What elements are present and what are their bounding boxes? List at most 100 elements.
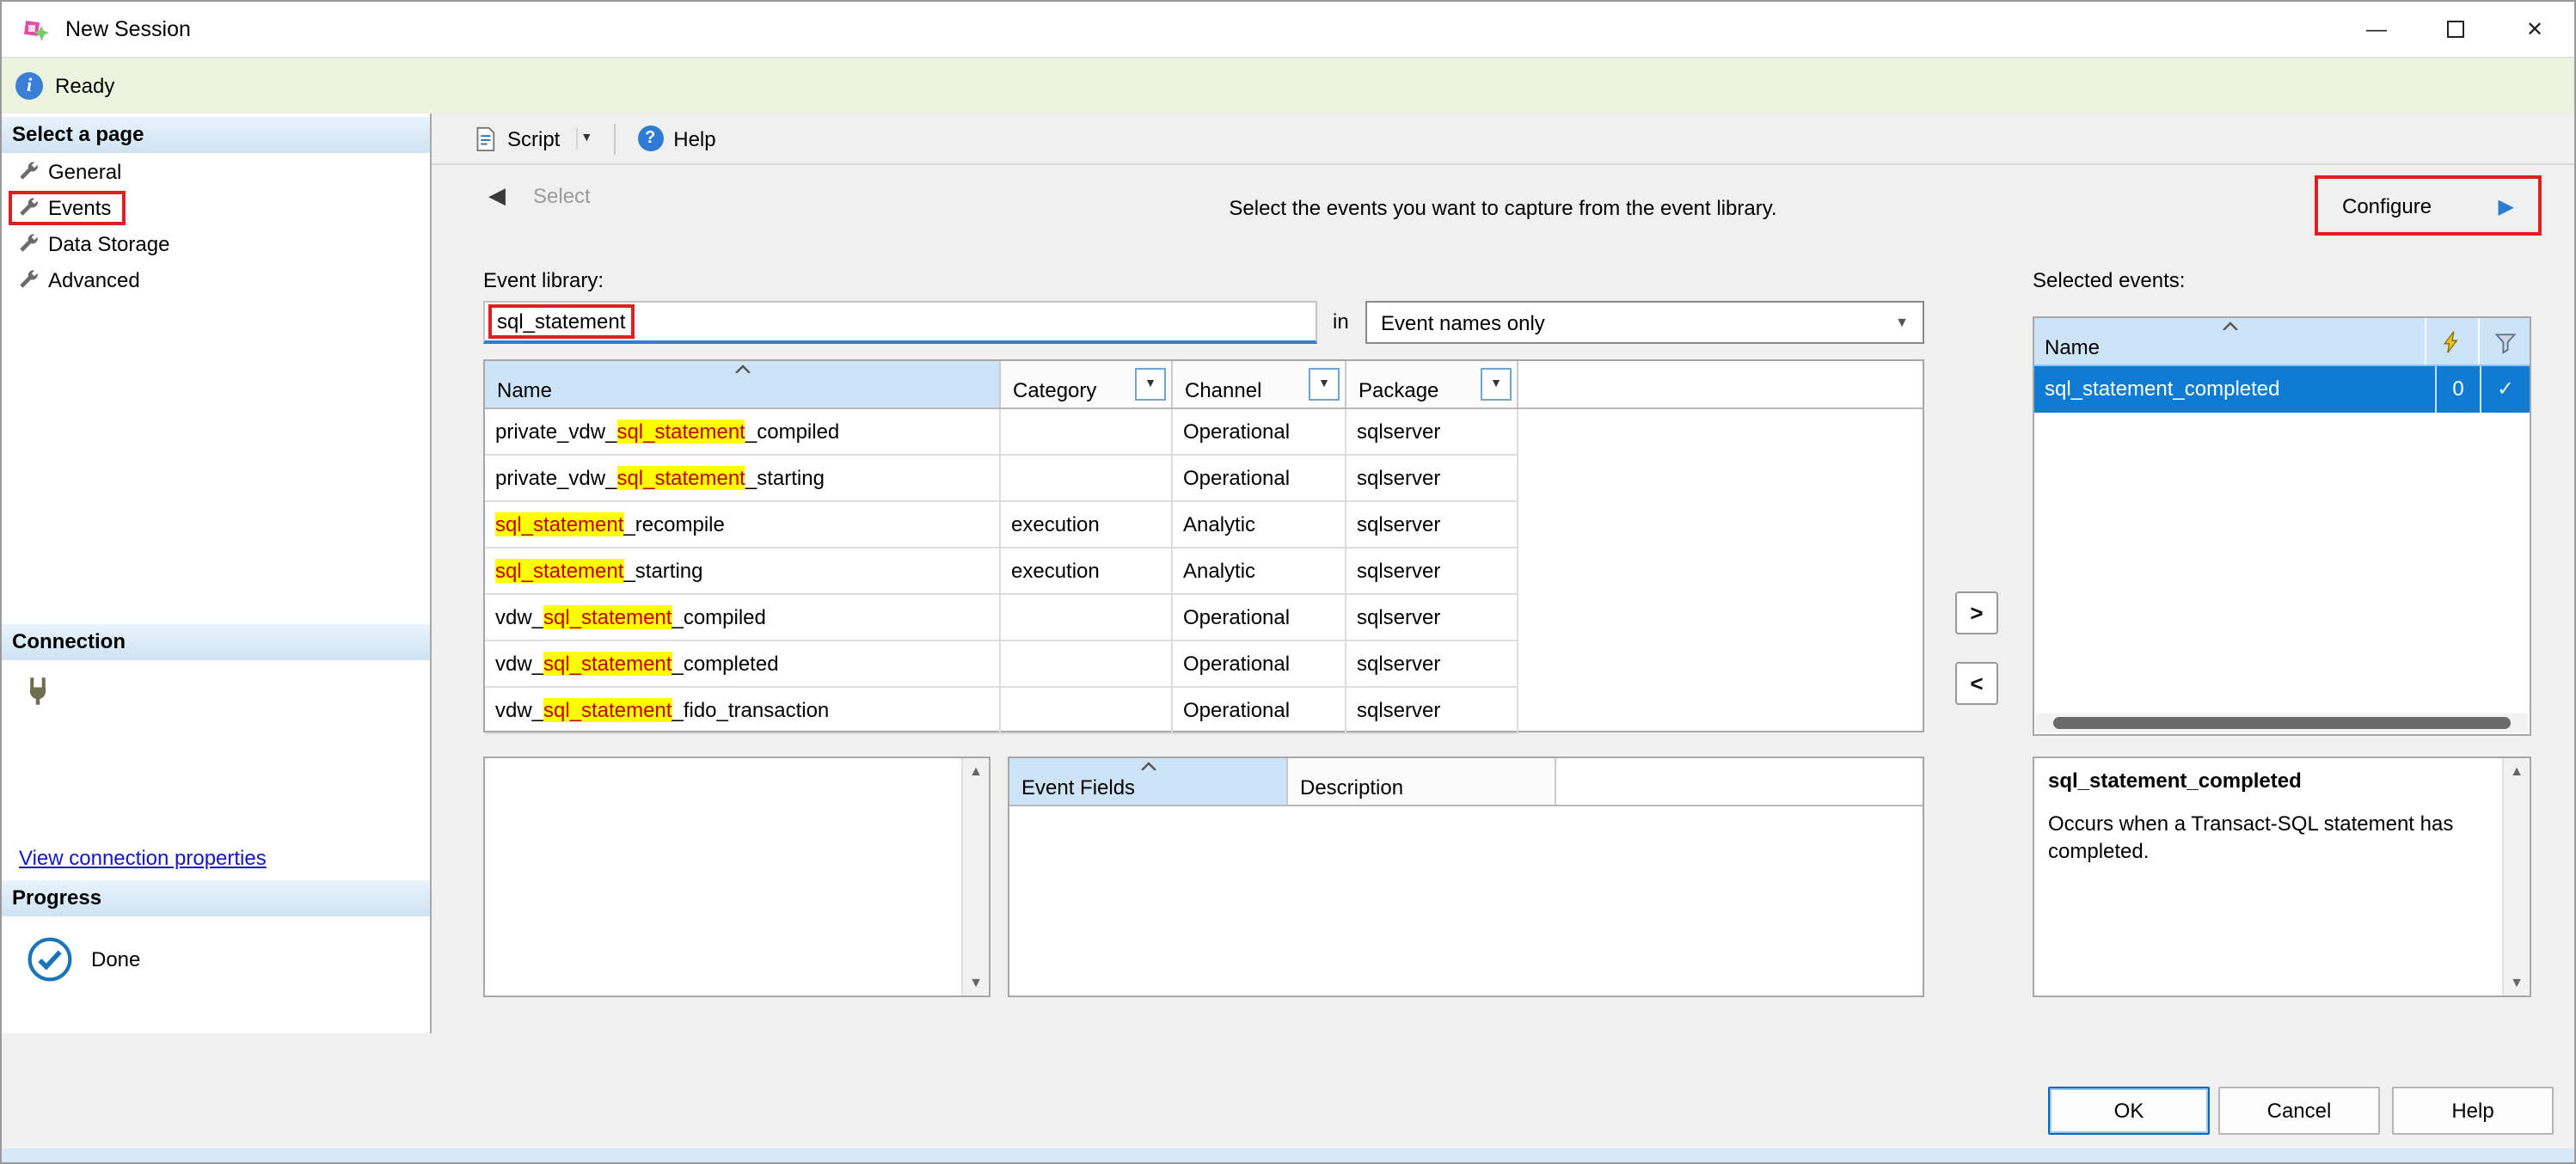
sidebar-item-label: General — [48, 159, 121, 183]
sidebar-item-data-storage[interactable]: Data Storage — [2, 225, 430, 261]
script-button[interactable]: Script — [459, 120, 572, 156]
event-package-cell: sqlserver — [1346, 688, 1518, 732]
help-toolbar-button[interactable]: ? Help — [625, 120, 727, 156]
event-channel-cell: Operational — [1173, 595, 1346, 640]
column-header-filter[interactable] — [2480, 318, 2530, 365]
ok-button[interactable]: OK — [2048, 1087, 2210, 1135]
wrench-icon — [17, 160, 40, 182]
window-title: New Session — [65, 17, 191, 41]
column-header-channel[interactable]: Channel ▼ — [1173, 361, 1346, 407]
event-channel-cell: Operational — [1173, 409, 1346, 454]
event-row[interactable]: private_vdw_sql_statement_startingOperat… — [485, 456, 1518, 502]
script-icon — [471, 126, 497, 151]
annotation-box-search-value: sql_statement — [488, 304, 634, 339]
selected-events-header: Name — [2034, 318, 2530, 366]
sidebar-item-label: Events — [48, 195, 111, 219]
event-row[interactable]: vdw_sql_statement_compiledOperationalsql… — [485, 595, 1518, 641]
maximize-button[interactable] — [2416, 2, 2495, 57]
status-text: Ready — [55, 74, 114, 98]
column-header-name[interactable]: Name — [485, 361, 1001, 407]
event-package-cell: sqlserver — [1346, 456, 1518, 500]
help-button[interactable]: Help — [2392, 1087, 2554, 1135]
sidebar-item-general[interactable]: General — [2, 153, 430, 189]
column-header-package[interactable]: Package ▼ — [1346, 361, 1518, 407]
scroll-up-icon[interactable]: ▲ — [2510, 763, 2524, 779]
sidebar-item-advanced[interactable]: Advanced — [2, 261, 430, 297]
search-scope-select[interactable]: Event names only ▼ — [1365, 301, 1924, 344]
view-connection-properties-link[interactable]: View connection properties — [19, 846, 267, 870]
search-scope-value: Event names only — [1381, 310, 1545, 334]
vertical-scrollbar[interactable]: ▲ ▼ — [961, 758, 989, 996]
forward-arrow-icon: ▶ — [2499, 193, 2514, 217]
scrollbar-thumb[interactable] — [2053, 717, 2511, 729]
annotation-box-events: Events — [9, 190, 125, 224]
event-name-cell: private_vdw_sql_statement_starting — [485, 456, 1001, 500]
column-header-description[interactable]: Description — [1288, 758, 1556, 805]
channel-filter-button[interactable]: ▼ — [1309, 368, 1340, 401]
wrench-icon — [17, 196, 40, 218]
configure-button[interactable]: Configure ▶ — [2318, 179, 2538, 232]
move-right-button[interactable]: > — [1955, 591, 1998, 634]
cancel-button[interactable]: Cancel — [2218, 1087, 2380, 1135]
event-category-cell: execution — [1001, 502, 1173, 547]
vertical-scrollbar[interactable]: ▲ ▼ — [2502, 758, 2530, 996]
search-value-text: sql_statement — [497, 309, 625, 334]
scroll-down-icon[interactable]: ▼ — [2510, 975, 2524, 990]
selected-event-row[interactable]: sql_statement_completed 0 ✓ — [2034, 366, 2530, 413]
move-left-button[interactable]: < — [1955, 662, 1998, 705]
event-category-cell — [1001, 595, 1173, 640]
search-highlight: sql_statement — [543, 605, 672, 629]
event-search-input[interactable]: sql_statement — [483, 301, 1317, 344]
event-category-cell — [1001, 688, 1173, 732]
sidebar-item-label: Data Storage — [48, 231, 169, 255]
event-name-cell: sql_statement_starting — [485, 548, 1001, 593]
selected-event-name: sql_statement_completed — [2034, 366, 2435, 413]
minimize-button[interactable]: — — [2337, 2, 2416, 57]
horizontal-scrollbar[interactable] — [2036, 714, 2528, 732]
category-filter-button[interactable]: ▼ — [1135, 368, 1166, 401]
scroll-down-icon[interactable]: ▼ — [969, 975, 983, 990]
page-selector-sidebar: Select a page General Events Data Storag… — [2, 113, 432, 1033]
toolbar: Script ▼ ? Help — [432, 113, 2574, 165]
script-button-label: Script — [507, 126, 560, 150]
in-label: in — [1333, 309, 1349, 334]
event-name-cell: vdw_sql_statement_fido_transaction — [485, 688, 1001, 732]
event-channel-cell: Operational — [1173, 641, 1346, 686]
info-icon: i — [15, 72, 43, 100]
column-header-event-fields[interactable]: Event Fields — [1009, 758, 1288, 805]
sidebar-item-events[interactable]: Events — [2, 189, 430, 225]
package-filter-button[interactable]: ▼ — [1481, 368, 1512, 401]
event-row[interactable]: vdw_sql_statement_completed Operational sq… — [485, 641, 1518, 688]
help-icon: ? — [637, 126, 663, 151]
connection-header: Connection — [2, 624, 430, 660]
event-package-cell: sqlserver — [1346, 502, 1518, 547]
events-grid-body: private_vdw_sql_statement_compiledOperat… — [485, 409, 1923, 734]
filter-funnel-icon — [2493, 329, 2517, 353]
column-header-name[interactable]: Name — [2034, 318, 2426, 365]
search-highlight: sql_statement — [543, 652, 672, 676]
events-page-panel: ◀ Select Select the events you want to c… — [432, 165, 2574, 1033]
column-header-label: Channel — [1185, 378, 1261, 402]
search-highlight: sql_statement — [543, 698, 672, 722]
event-row[interactable]: sql_statement_recompileexecutionAnalytic… — [485, 502, 1518, 548]
selected-events-table: Name sql_statement_completed 0 ✓ — [2033, 316, 2531, 736]
script-dropdown-chevron-icon[interactable]: ▼ — [575, 127, 603, 150]
search-highlight: sql_statement — [495, 512, 623, 536]
bottom-strip — [2, 1149, 2574, 1162]
column-header-category[interactable]: Category ▼ — [1001, 361, 1173, 407]
column-header-lightning[interactable] — [2426, 318, 2480, 365]
chevron-down-icon: ▼ — [1895, 315, 1909, 330]
event-row[interactable]: private_vdw_sql_statement_compiledOperat… — [485, 409, 1518, 456]
event-package-cell: sqlserver — [1346, 548, 1518, 593]
event-channel-cell: Operational — [1173, 688, 1346, 732]
column-header-label: Description — [1300, 775, 1403, 799]
status-bar: i Ready — [2, 57, 2574, 113]
event-row[interactable]: sql_statement_startingexecutionAnalytics… — [485, 548, 1518, 595]
event-name-cell: vdw_sql_statement_completed — [485, 641, 1001, 686]
event-fields-header: Event Fields Description — [1009, 758, 1923, 806]
event-library-grid-header: Name Category ▼ Channel ▼ Package ▼ — [485, 361, 1923, 409]
search-highlight: sql_statement — [616, 466, 745, 490]
scroll-up-icon[interactable]: ▲ — [969, 763, 983, 779]
event-row[interactable]: vdw_sql_statement_fido_transaction Operat… — [485, 688, 1518, 734]
close-button[interactable]: ✕ — [2495, 2, 2574, 57]
